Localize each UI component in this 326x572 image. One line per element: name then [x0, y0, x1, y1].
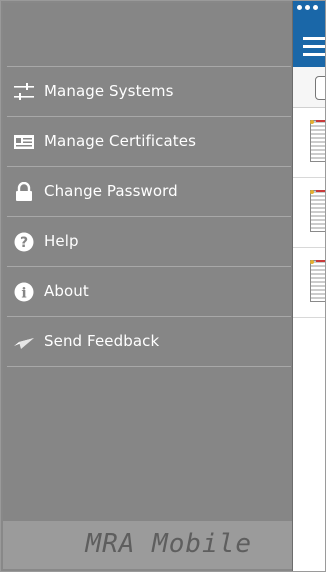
list-item[interactable]	[293, 108, 325, 178]
list-item[interactable]	[293, 178, 325, 248]
menu-item-change-password[interactable]: Change Password	[7, 166, 291, 216]
app-frame: Manage Systems Manage Certificates Chang…	[0, 0, 326, 572]
list-item[interactable]	[293, 248, 325, 318]
background-app-view	[293, 1, 325, 571]
svg-text:i: i	[21, 286, 26, 302]
drawer-footer: MRA Mobile	[3, 521, 292, 569]
document-thumbnail-icon	[310, 260, 325, 302]
footer-brand-text: MRA Mobile	[85, 529, 252, 559]
navigation-drawer: Manage Systems Manage Certificates Chang…	[1, 1, 293, 571]
menu-item-manage-systems[interactable]: Manage Systems	[7, 66, 291, 116]
menu-item-label: Help	[44, 232, 79, 250]
menu-item-label: Change Password	[44, 182, 178, 200]
certificate-icon	[13, 131, 35, 153]
menu-item-label: Manage Systems	[44, 82, 174, 100]
menu-item-manage-certificates[interactable]: Manage Certificates	[7, 116, 291, 166]
menu-item-label: About	[44, 282, 89, 300]
menu-item-send-feedback[interactable]: Send Feedback	[7, 316, 291, 367]
info-circle-icon: i	[13, 281, 35, 303]
app-toolbar	[293, 67, 325, 108]
drawer-menu: Manage Systems Manage Certificates Chang…	[3, 66, 292, 367]
document-thumbnail-icon	[310, 190, 325, 232]
lock-icon	[13, 181, 35, 203]
app-header	[293, 1, 325, 67]
menu-item-label: Send Feedback	[44, 332, 160, 350]
more-dots-icon[interactable]	[297, 5, 318, 10]
svg-text:?: ?	[20, 235, 28, 251]
question-circle-icon: ?	[13, 231, 35, 253]
menu-item-help[interactable]: ? Help	[7, 216, 291, 266]
hamburger-menu-icon[interactable]	[303, 37, 325, 61]
search-field[interactable]	[315, 76, 325, 100]
paper-plane-icon	[13, 331, 35, 353]
menu-item-about[interactable]: i About	[7, 266, 291, 316]
sliders-icon	[13, 81, 35, 103]
drawer-panel: Manage Systems Manage Certificates Chang…	[3, 3, 292, 569]
menu-item-label: Manage Certificates	[44, 132, 196, 150]
document-thumbnail-icon	[310, 120, 325, 162]
